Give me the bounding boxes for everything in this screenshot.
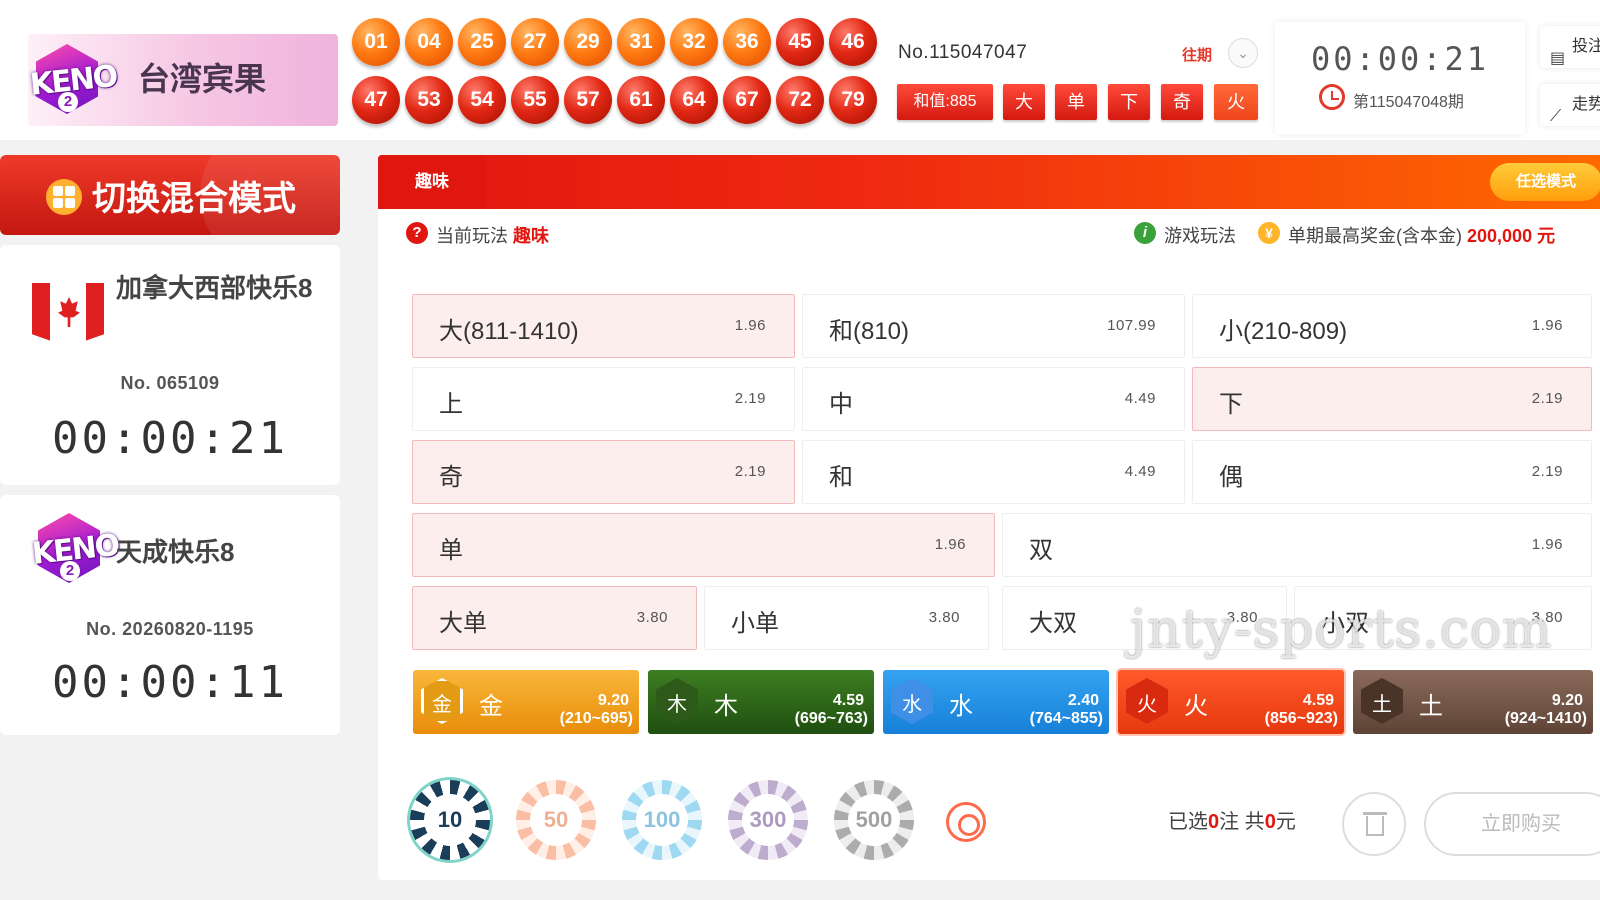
bet-option[interactable]: 小单 3.80 [704, 586, 989, 650]
earth-icon: 土 [1361, 678, 1403, 724]
bet-option[interactable]: 大(811-1410) 1.96 [412, 294, 795, 358]
canada-flag-icon [32, 283, 104, 347]
result-ball: 54 [458, 76, 506, 124]
result-ball: 01 [352, 18, 400, 66]
chip-500[interactable]: 500 [834, 780, 914, 860]
result-ball: 67 [723, 76, 771, 124]
draw-countdown: 00:00:21 第115047048期 [1275, 22, 1525, 134]
yen-icon: ¥ [1258, 222, 1280, 244]
result-ball: 27 [511, 18, 559, 66]
document-icon: ▤ [1550, 50, 1566, 67]
element-bet-earth[interactable]: 土 土 9.20 (924~1410) [1353, 670, 1593, 734]
bet-record-button[interactable]: ▤ 投注 [1540, 26, 1600, 68]
countdown-time: 00:00:21 [1310, 40, 1490, 78]
selection-summary: 已选0注 共0元 [1168, 811, 1296, 833]
result-ball: 57 [564, 76, 612, 124]
game-name: 加拿大西部快乐8 [116, 273, 313, 303]
trash-icon[interactable] [1342, 792, 1406, 856]
game-card-tiancheng[interactable]: KENO 2 天成快乐8 No. 20260820-1195 00:00:11 [0, 495, 340, 735]
element-bet-gold[interactable]: 金 金 9.20 (210~695) [413, 670, 639, 734]
element-bet-wood[interactable]: 木 木 4.59 (696~763) [648, 670, 874, 734]
sum-value-tag: 和值:885 [897, 84, 993, 120]
bet-option[interactable]: 中 4.49 [802, 367, 1185, 431]
game-issue-no: No. 065109 [120, 373, 220, 393]
switch-mixed-mode-button[interactable]: 切换混合模式 [0, 155, 340, 235]
chip-50[interactable]: 50 [516, 780, 596, 860]
tab-fun[interactable]: 趣味 [378, 155, 486, 209]
chip-10[interactable]: 10 [410, 780, 490, 860]
keno-icon: KENO 2 [28, 42, 118, 120]
chevron-down-icon[interactable]: ⌄ [1228, 38, 1258, 68]
result-ball: 31 [617, 18, 665, 66]
buy-now-button[interactable]: 立即购买 [1424, 792, 1600, 856]
bet-option[interactable]: 和 4.49 [802, 440, 1185, 504]
result-ball: 32 [670, 18, 718, 66]
gold-icon: 金 [421, 678, 463, 724]
watermark: jnty-sports.com [1130, 600, 1553, 660]
game-rules-link[interactable]: 游戏玩法 [1164, 222, 1236, 248]
optional-mode-button[interactable]: 任选模式 [1490, 163, 1600, 201]
play-info-row: ? 当前玩法 趣味 i 游戏玩法 ¥ 单期最高奖金(含本金) 200,000 元 [378, 209, 1600, 259]
bet-option[interactable]: 上 2.19 [412, 367, 795, 431]
chip-100[interactable]: 100 [622, 780, 702, 860]
draw-result-balls: 01 04 25 27 29 31 32 36 45 46 47 53 54 5… [352, 18, 892, 130]
bet-option[interactable]: 和(810) 107.99 [802, 294, 1185, 358]
result-tag: 下 [1108, 84, 1150, 120]
result-tag: 火 [1214, 84, 1258, 120]
max-prize: 单期最高奖金(含本金) 200,000 元 [1288, 226, 1556, 246]
grid-icon [46, 179, 82, 215]
result-ball: 46 [829, 18, 877, 66]
bet-option[interactable]: 双 1.96 [1002, 513, 1592, 577]
reset-chip-icon[interactable] [946, 802, 986, 842]
water-icon: 水 [891, 678, 933, 724]
betting-panel: 趣味 任选模式 ? 当前玩法 趣味 i 游戏玩法 ¥ 单期最高奖金(含本金) 2… [378, 155, 1600, 880]
alarm-clock-icon [1319, 84, 1345, 110]
chip-300[interactable]: 300 [728, 780, 808, 860]
game-name: 天成快乐8 [116, 537, 235, 567]
result-ball: 47 [352, 76, 400, 124]
bet-option[interactable]: 奇 2.19 [412, 440, 795, 504]
trend-button[interactable]: ⟋ 走势 [1540, 84, 1600, 126]
bet-option[interactable]: 单 1.96 [412, 513, 995, 577]
game-issue-no: No. 20260820-1195 [86, 619, 254, 639]
game-countdown: 00:00:11 [52, 657, 288, 708]
current-play: 当前玩法 趣味 [436, 226, 550, 246]
bet-option[interactable]: 下 2.19 [1192, 367, 1592, 431]
bet-option[interactable]: 大单 3.80 [412, 586, 697, 650]
result-ball: 25 [458, 18, 506, 66]
element-bet-water[interactable]: 水 水 2.40 (764~855) [883, 670, 1109, 734]
result-tag: 单 [1055, 84, 1097, 120]
lottery-title: 台湾宾果 [138, 61, 267, 97]
wood-icon: 木 [656, 678, 698, 724]
bet-option[interactable]: 小(210-809) 1.96 [1192, 294, 1592, 358]
result-ball: 36 [723, 18, 771, 66]
fire-icon: 火 [1126, 678, 1168, 724]
game-countdown: 00:00:21 [52, 413, 288, 464]
keno-icon: KENO 2 [30, 511, 120, 589]
next-issue-label: 第115047048期 [1353, 94, 1464, 111]
play-tab-bar: 趣味 任选模式 [378, 155, 1600, 209]
question-icon: ? [406, 222, 428, 244]
switch-mode-label: 切换混合模式 [92, 180, 296, 218]
lottery-logo[interactable]: KENO 2 台湾宾果 [28, 34, 338, 126]
result-ball: 53 [405, 76, 453, 124]
bet-option[interactable]: 偶 2.19 [1192, 440, 1592, 504]
result-tag: 奇 [1161, 84, 1203, 120]
result-ball: 72 [776, 76, 824, 124]
game-card-canada[interactable]: 加拿大西部快乐8 No. 065109 00:00:21 [0, 245, 340, 485]
result-tag: 大 [1003, 84, 1045, 120]
header: KENO 2 台湾宾果 01 04 25 27 29 31 32 36 45 46… [0, 0, 1600, 140]
issue-number: No.115047047 [898, 42, 1028, 63]
result-ball: 55 [511, 76, 559, 124]
result-ball: 64 [670, 76, 718, 124]
chart-icon: ⟋ [1550, 108, 1562, 125]
history-link[interactable]: 往期 [1182, 44, 1212, 65]
result-ball: 45 [776, 18, 824, 66]
element-bet-fire[interactable]: 火 火 4.59 (856~923) [1118, 670, 1344, 734]
result-ball: 61 [617, 76, 665, 124]
result-ball: 04 [405, 18, 453, 66]
info-icon: i [1134, 222, 1156, 244]
result-ball: 79 [829, 76, 877, 124]
result-ball: 29 [564, 18, 612, 66]
